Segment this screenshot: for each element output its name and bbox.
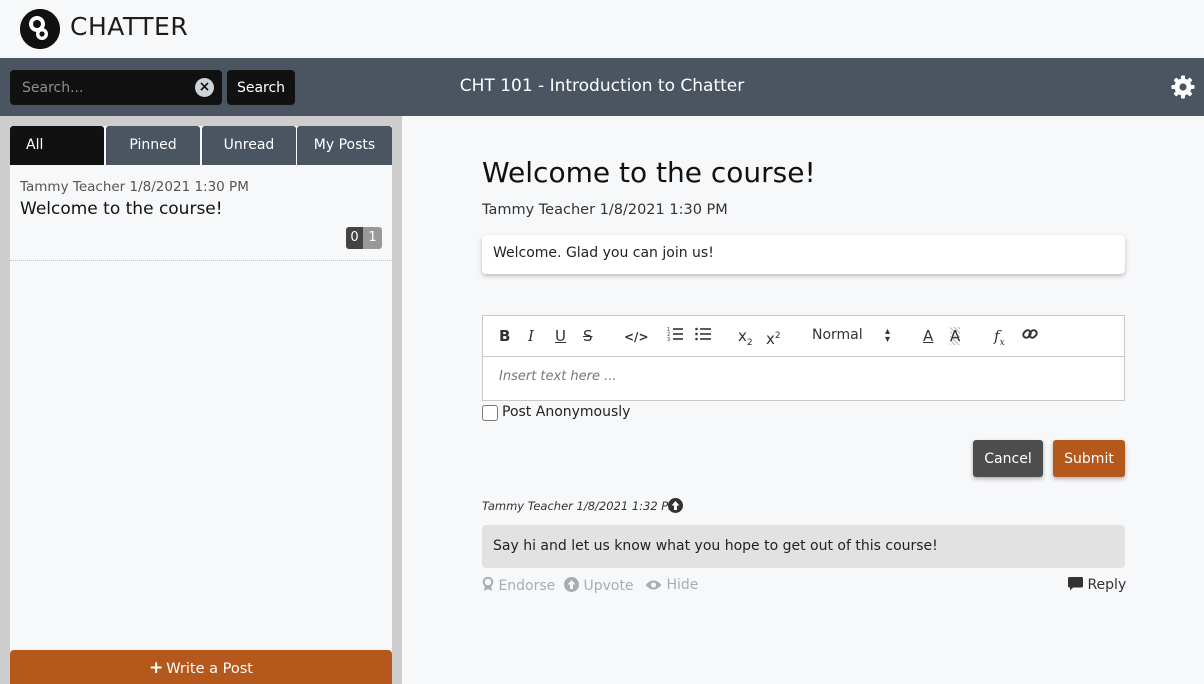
post-author-meta: Tammy Teacher 1/8/2021 1:30 PM bbox=[482, 202, 728, 218]
hide-label: Hide bbox=[666, 577, 699, 593]
post-list-panel: All Pinned Unread My Posts Tammy Teacher… bbox=[10, 126, 392, 684]
reply-editor: B I U S </> 123 x2 x2 Normal ▴ ▾ A A fx I… bbox=[482, 315, 1125, 401]
editor-input[interactable]: Insert text here ... bbox=[499, 369, 617, 384]
ordered-list-icon[interactable]: 123 bbox=[667, 326, 683, 346]
comment-count-badge: 0 bbox=[346, 227, 363, 249]
ribbon-icon bbox=[482, 576, 494, 596]
anonymous-checkbox[interactable] bbox=[482, 405, 498, 421]
cancel-button[interactable]: Cancel bbox=[973, 440, 1043, 477]
submit-button[interactable]: Submit bbox=[1053, 440, 1125, 477]
anonymous-label: Post Anonymously bbox=[502, 404, 631, 420]
reply-label: Reply bbox=[1087, 577, 1127, 593]
write-post-label: Write a Post bbox=[166, 661, 253, 677]
formula-icon[interactable]: fx bbox=[994, 327, 1005, 352]
course-title: CHT 101 - Introduction to Chatter bbox=[459, 76, 745, 96]
highlight-icon[interactable]: A bbox=[950, 327, 961, 345]
tab-pinned[interactable]: Pinned bbox=[106, 126, 200, 165]
brand-name: CHATTER bbox=[70, 12, 189, 41]
gear-icon[interactable] bbox=[1170, 74, 1196, 100]
tab-my-posts[interactable]: My Posts bbox=[297, 126, 392, 165]
bold-icon[interactable]: B bbox=[499, 327, 510, 345]
arrow-up-circle-icon[interactable] bbox=[668, 498, 683, 513]
bullet-list-icon[interactable] bbox=[695, 326, 711, 346]
write-post-button[interactable]: + Write a Post bbox=[10, 650, 392, 684]
reply-count-badge: 1 bbox=[363, 227, 382, 249]
post-title: Welcome to the course! bbox=[20, 199, 223, 219]
text-color-icon[interactable]: A bbox=[923, 327, 933, 345]
hide-button[interactable]: Hide bbox=[645, 577, 698, 595]
editor-toolbar: B I U S </> 123 x2 x2 Normal ▴ ▾ A A fx bbox=[483, 316, 1124, 357]
superscript-icon[interactable]: x2 bbox=[766, 327, 781, 348]
reply-button[interactable]: Reply bbox=[1068, 577, 1126, 595]
eye-icon bbox=[645, 579, 662, 595]
top-header: × Search CHT 101 - Introduction to Chatt… bbox=[0, 58, 1204, 116]
sidebar: All Pinned Unread My Posts Tammy Teacher… bbox=[0, 116, 402, 684]
italic-icon[interactable]: I bbox=[528, 327, 534, 345]
post-body: Welcome. Glad you can join us! bbox=[482, 235, 1125, 274]
svg-text:3: 3 bbox=[667, 337, 670, 342]
tab-unread[interactable]: Unread bbox=[202, 126, 296, 165]
endorse-label: Endorse bbox=[498, 578, 556, 594]
upvote-button[interactable]: Upvote bbox=[564, 577, 634, 596]
subscript-icon[interactable]: x2 bbox=[738, 327, 753, 352]
list-item[interactable]: Tammy Teacher 1/8/2021 1:30 PM Welcome t… bbox=[10, 166, 392, 261]
plus-icon: + bbox=[149, 658, 164, 678]
upvote-icon bbox=[564, 577, 579, 596]
link-icon[interactable] bbox=[1022, 326, 1038, 346]
brand-bar: CHATTER bbox=[0, 0, 1204, 58]
filter-tabs: All Pinned Unread My Posts bbox=[10, 126, 392, 165]
upvote-label: Upvote bbox=[583, 578, 634, 594]
select-caret-icon: ▴ ▾ bbox=[885, 326, 891, 345]
chatter-logo-icon bbox=[20, 9, 60, 49]
endorse-button[interactable]: Endorse bbox=[482, 576, 556, 596]
reply-meta: Tammy Teacher 1/8/2021 1:32 PM bbox=[482, 499, 679, 513]
post-meta: Tammy Teacher 1/8/2021 1:30 PM bbox=[20, 179, 249, 195]
code-icon[interactable]: </> bbox=[624, 328, 649, 346]
tab-all[interactable]: All bbox=[10, 126, 104, 165]
reply-body: Say hi and let us know what you hope to … bbox=[482, 525, 1125, 568]
comment-icon bbox=[1068, 577, 1083, 595]
format-select[interactable]: Normal bbox=[812, 326, 863, 344]
underline-icon[interactable]: U bbox=[555, 327, 566, 345]
post-heading: Welcome to the course! bbox=[482, 156, 816, 189]
strike-icon[interactable]: S bbox=[583, 327, 593, 345]
